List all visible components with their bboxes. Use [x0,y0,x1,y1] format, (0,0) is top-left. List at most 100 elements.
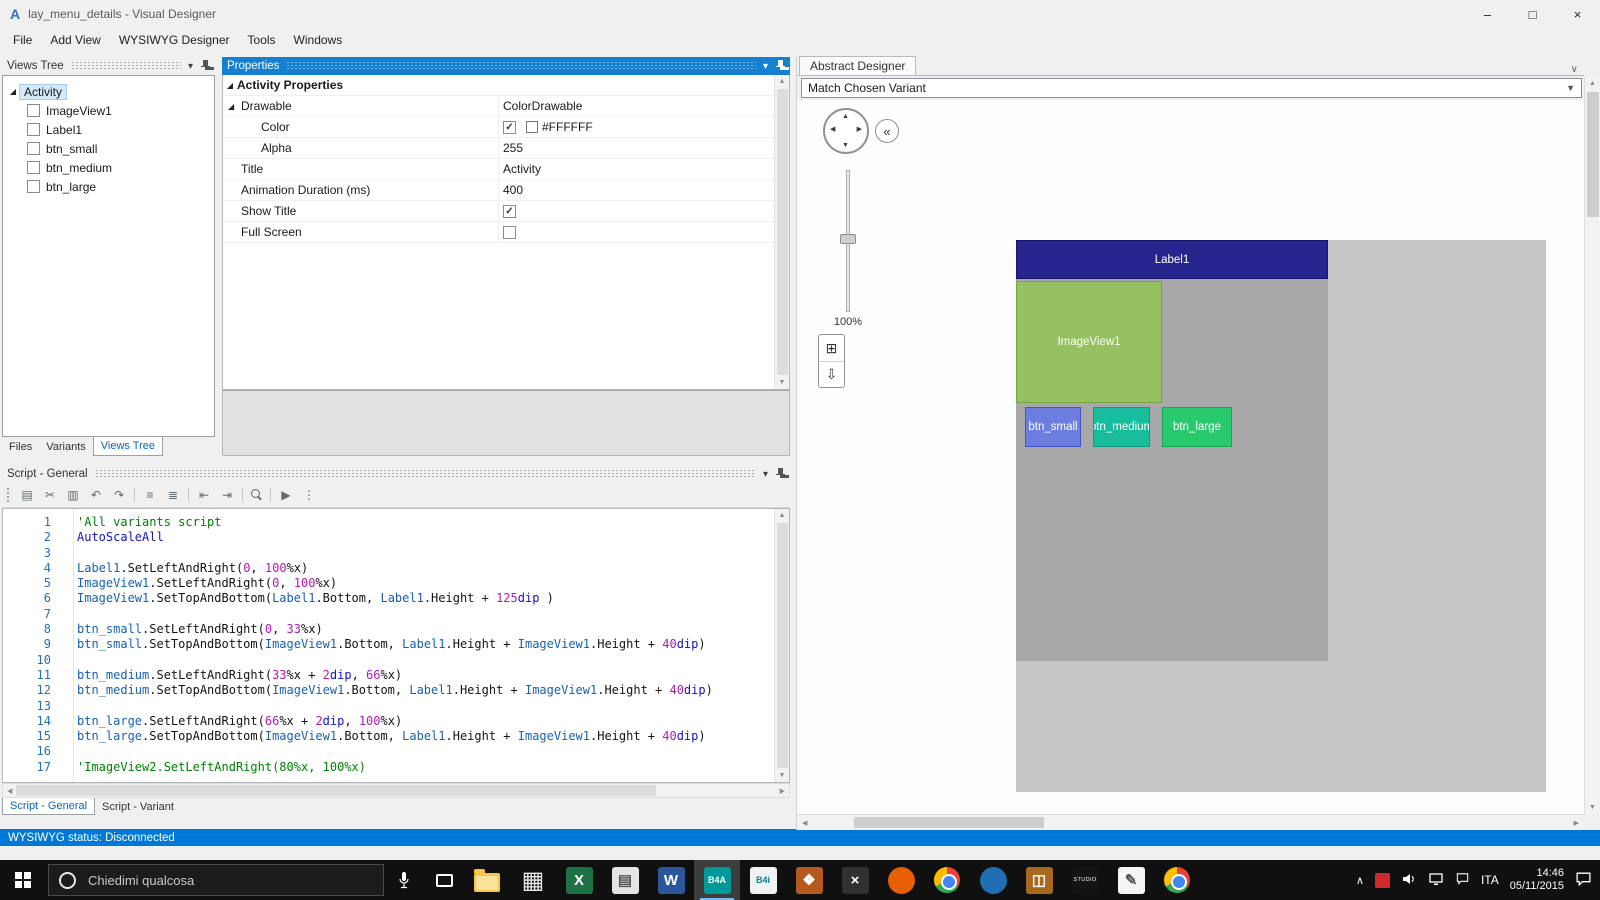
tab-list-chevron-icon[interactable]: ∨ [1565,64,1584,75]
checkbox[interactable] [503,226,516,239]
code-text[interactable]: btn_small.SetLeftAndRight(0, 33%x) [65,622,323,637]
views-tree-body[interactable]: ◢ Activity ImageView1Label1btn_smallbtn_… [2,75,215,437]
designer-widget-btn-large[interactable]: btn_large [1162,407,1232,447]
find-icon[interactable] [250,488,263,501]
code-text[interactable] [65,653,77,668]
start-button[interactable] [0,860,46,900]
menu-tools[interactable]: Tools [239,30,285,50]
code-hscrollbar[interactable]: ◀ ▶ [2,783,790,798]
pan-up-icon[interactable]: ▲ [842,113,849,120]
code-text[interactable]: ImageView1.SetLeftAndRight(0, 100%x) [65,576,337,591]
scroll-thumb[interactable] [1587,92,1599,217]
variant-selector[interactable]: Match Chosen Variant ▼ [801,78,1582,98]
adobe-tray-icon[interactable] [1375,873,1390,888]
code-text[interactable]: Label1.SetLeftAndRight(0, 100%x) [65,561,308,576]
pan-right-icon[interactable]: ▶ [857,125,862,133]
code-text[interactable] [65,546,77,561]
code-text[interactable]: btn_large.SetLeftAndRight(66%x + 2dip, 1… [65,714,402,729]
panel-menu-icon[interactable]: ▾ [188,61,193,72]
expander-icon[interactable]: ◢ [228,102,241,111]
scroll-down-icon[interactable]: ▼ [1589,801,1596,814]
scroll-left-icon[interactable]: ◀ [797,819,812,827]
tab-files[interactable]: Files [2,437,39,456]
redo-icon[interactable]: ↷ [111,488,127,502]
code-text[interactable]: 'ImageView2.SetLeftAndRight(80%x, 100%x) [65,760,366,775]
tree-item-imageview1[interactable]: ImageView1 [7,101,210,120]
task-view-button[interactable] [424,860,464,900]
checkbox[interactable] [27,123,40,136]
code-text[interactable]: btn_small.SetTopAndBottom(ImageView1.Bot… [65,637,706,652]
copy-icon[interactable]: ▤ [19,488,35,502]
outdent-icon[interactable]: ⇤ [196,488,212,502]
undo-icon[interactable]: ↶ [88,488,104,502]
network-icon[interactable] [1428,871,1444,890]
property-value[interactable]: ✓#FFFFFF [499,117,789,137]
tree-item-btn-small[interactable]: btn_small [7,139,210,158]
notification-tray-icon[interactable] [1455,871,1470,889]
scroll-thumb[interactable] [854,817,1044,828]
designer-widget-label1[interactable]: Label1 [1016,240,1328,279]
expander-icon[interactable]: ◢ [7,87,19,96]
pan-control[interactable]: ▲ ▼ ◀ ▶ [823,108,869,154]
scroll-left-icon[interactable]: ◀ [3,787,16,795]
checkbox[interactable]: ✓ [503,205,516,218]
tray-chevron-up-icon[interactable]: ∧ [1356,874,1364,887]
editor-icon[interactable]: ✎ [1108,860,1154,900]
scroll-right-icon[interactable]: ▶ [1569,819,1584,827]
scroll-thumb[interactable] [16,785,656,796]
code-text[interactable]: 'All variants script [65,515,222,530]
designer-canvas[interactable]: ▲ ▼ ◀ ▶ « 100% ⊞ ⇩ Label1ImageView1btn_s… [797,100,1584,814]
run-icon[interactable]: ▶ [278,488,294,502]
designer-widget-imageview1[interactable]: ImageView1 [1016,281,1162,403]
taskbar-search[interactable]: Chiedimi qualcosa [48,864,384,896]
scroll-thumb[interactable] [777,523,788,768]
pan-down-icon[interactable]: ▼ [842,142,849,149]
studio-icon[interactable]: STUDIO [1062,860,1108,900]
photos-icon[interactable]: ❖ [786,860,832,900]
panel-menu-icon[interactable]: ▾ [763,61,768,72]
office-app-icon[interactable]: ▤ [602,860,648,900]
menu-file[interactable]: File [4,30,41,50]
code-text[interactable]: btn_large.SetTopAndBottom(ImageView1.Bot… [65,729,706,744]
pan-left-icon[interactable]: ◀ [830,125,835,133]
property-value[interactable] [499,222,789,242]
designer-widget-btn-medium[interactable]: btn_medium [1093,407,1150,447]
code-lines[interactable]: 1'All variants script2AutoScaleAll34Labe… [3,515,773,775]
code-text[interactable]: ImageView1.SetTopAndBottom(Label1.Bottom… [65,591,554,606]
zoom-slider[interactable] [840,170,856,312]
clock[interactable]: 14:46 05/11/2015 [1510,867,1564,893]
maximize-button[interactable]: □ [1510,0,1555,28]
scroll-right-icon[interactable]: ▶ [776,787,789,795]
tree-item-btn-large[interactable]: btn_large [7,177,210,196]
file-explorer-icon[interactable] [464,860,510,900]
property-value[interactable]: 400 [499,180,789,200]
tab-script-variant[interactable]: Script - Variant [95,798,181,815]
property-value[interactable]: ✓ [499,201,789,221]
checkbox[interactable] [27,142,40,155]
volume-icon[interactable] [1401,871,1417,890]
checkbox[interactable] [27,104,40,117]
align2-icon[interactable]: ≣ [165,488,181,502]
code-text[interactable]: AutoScaleAll [65,530,164,545]
menu-windows[interactable]: Windows [285,30,352,50]
scroll-down-icon[interactable]: ▼ [779,769,786,782]
menu-add-view[interactable]: Add View [41,30,109,50]
code-text[interactable] [65,699,77,714]
tab-abstract-designer[interactable]: Abstract Designer [799,56,916,75]
minimize-button[interactable]: – [1465,0,1510,28]
scroll-thumb[interactable] [777,89,788,375]
language-indicator[interactable]: ITA [1481,873,1499,887]
code-text[interactable] [65,607,77,622]
b4a-icon[interactable]: B4A [694,860,740,900]
code-text[interactable] [65,744,77,759]
code-text[interactable]: btn_medium.SetTopAndBottom(ImageView1.Bo… [65,683,713,698]
property-value[interactable]: ColorDrawable▾ [499,96,789,116]
export-button[interactable]: ⇩ [819,361,844,387]
code-editor[interactable]: 1'All variants script2AutoScaleAll34Labe… [2,508,790,783]
checkbox[interactable] [27,180,40,193]
tab-script-general[interactable]: Script - General [2,798,95,815]
property-group-header[interactable]: ◢ Activity Properties [223,75,789,96]
align1-icon[interactable]: ≡ [142,488,158,502]
tab-variants[interactable]: Variants [39,437,93,456]
media-browser-icon[interactable] [1154,860,1200,900]
